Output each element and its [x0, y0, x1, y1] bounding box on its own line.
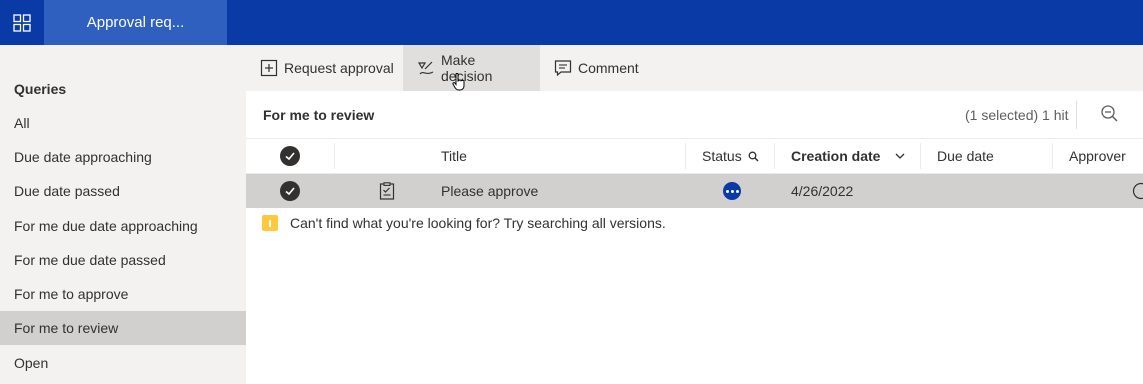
toolbar-divider	[1076, 101, 1077, 129]
sidebar-item-for-me-to-approve[interactable]: For me to approve	[0, 277, 246, 311]
column-divider	[774, 143, 775, 169]
approver-cell	[1132, 174, 1143, 208]
in-progress-icon	[723, 182, 741, 200]
column-header-status[interactable]: Status	[702, 139, 759, 173]
decision-icon	[417, 61, 434, 75]
main-content: For me to review (1 selected) 1 hit Titl…	[246, 91, 1143, 384]
notice-text: Can't find what you're looking for? Try …	[290, 215, 666, 231]
view-title: For me to review	[263, 107, 375, 123]
sidebar-item-for-me-due-date-passed[interactable]: For me due date passed	[0, 243, 246, 277]
request-approval-button[interactable]: Request approval	[246, 45, 408, 91]
sidebar-heading: Queries	[14, 81, 67, 97]
search-icon	[748, 151, 759, 162]
row-creation-date: 4/26/2022	[791, 183, 854, 199]
approval-document-icon	[379, 182, 395, 200]
comment-button[interactable]: Comment	[540, 45, 653, 91]
table-row[interactable]: Please approve 4/26/2022	[246, 174, 1143, 208]
column-header-approver[interactable]: Approver	[1069, 139, 1126, 173]
comment-label: Comment	[578, 60, 639, 76]
top-bar: Approval req...	[0, 0, 1143, 45]
column-divider	[334, 143, 335, 169]
zoom-out-button[interactable]	[1100, 104, 1120, 129]
info-icon	[262, 215, 278, 231]
column-header-due-date[interactable]: Due date	[937, 139, 994, 173]
request-approval-label: Request approval	[284, 60, 394, 76]
column-divider	[1052, 143, 1053, 169]
row-checkbox[interactable]	[280, 174, 300, 208]
app-launcher-button[interactable]	[0, 0, 44, 45]
command-bar: Request approval Make decision Comment	[246, 45, 1143, 91]
queries-sidebar: Queries All Due date approaching Due dat…	[0, 45, 246, 384]
make-decision-button[interactable]: Make decision	[403, 45, 540, 91]
table-header: Title Status Creation date Due date Appr…	[246, 138, 1143, 174]
hit-count: (1 selected) 1 hit	[965, 107, 1069, 123]
check-icon	[280, 181, 300, 201]
help-icon	[1132, 182, 1143, 200]
sidebar-item-for-me-to-review[interactable]: For me to review	[0, 311, 246, 345]
sidebar-item-all[interactable]: All	[0, 106, 246, 140]
sidebar-item-due-date-approaching[interactable]: Due date approaching	[0, 140, 246, 174]
document-type-cell	[379, 174, 395, 208]
add-icon	[260, 59, 278, 77]
comment-icon	[554, 60, 572, 77]
chevron-down-icon	[896, 153, 905, 159]
status-header-label: Status	[702, 148, 742, 164]
sidebar-item-for-me-due-date-approaching[interactable]: For me due date approaching	[0, 209, 246, 243]
column-divider	[920, 143, 921, 169]
column-header-title[interactable]: Title	[441, 139, 467, 173]
column-divider	[685, 143, 686, 169]
row-title[interactable]: Please approve	[441, 174, 538, 208]
sidebar-item-due-date-passed[interactable]: Due date passed	[0, 174, 246, 208]
check-icon	[280, 146, 300, 166]
tab-approval-requests[interactable]: Approval req...	[44, 0, 227, 45]
column-header-creation-date[interactable]: Creation date	[791, 139, 906, 173]
grid-icon	[13, 13, 31, 32]
hand-cursor-icon	[452, 73, 465, 91]
search-all-versions-notice: Can't find what you're looking for? Try …	[262, 215, 666, 231]
status-cell	[723, 174, 741, 208]
creation-date-header-label: Creation date	[791, 148, 881, 164]
select-all-checkbox[interactable]	[280, 139, 300, 173]
zoom-out-icon	[1101, 105, 1118, 122]
sidebar-item-open[interactable]: Open	[0, 346, 246, 380]
